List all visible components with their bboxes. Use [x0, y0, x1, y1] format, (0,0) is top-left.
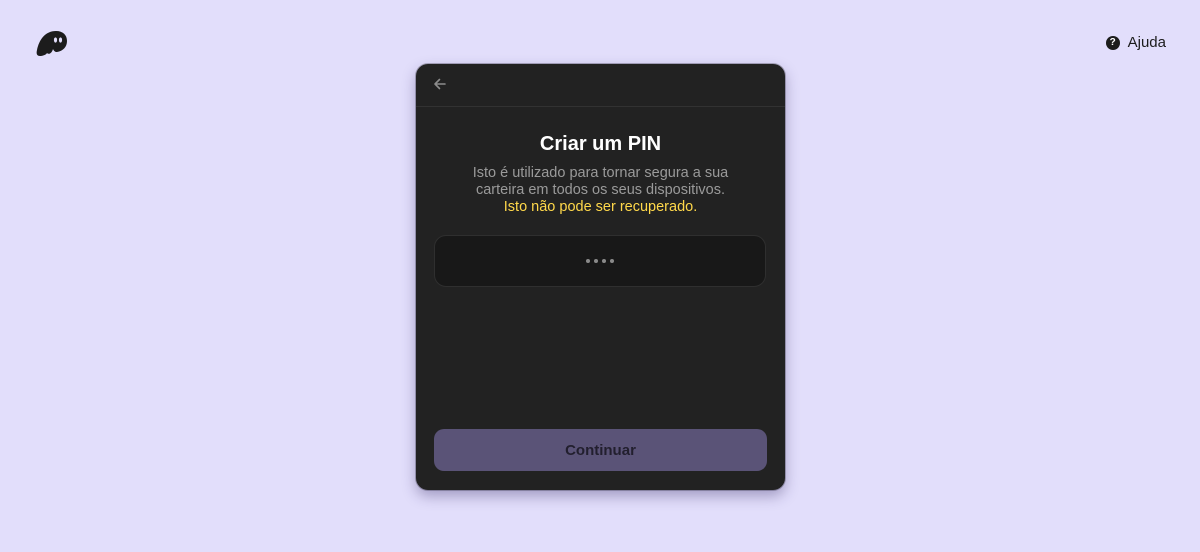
- pin-dot: [602, 259, 606, 263]
- continue-button[interactable]: Continuar: [434, 429, 767, 471]
- pin-dot: [586, 259, 590, 263]
- help-label: Ajuda: [1127, 34, 1166, 51]
- description-text: Isto é utilizado para tornar segura a su…: [472, 165, 729, 198]
- ghost-logo-icon: [36, 31, 67, 56]
- pin-dot: [610, 259, 614, 263]
- help-link[interactable]: ? Ajuda: [1105, 34, 1166, 51]
- arrow-left-icon[interactable]: [430, 74, 450, 94]
- question-circle-icon: ?: [1105, 35, 1120, 50]
- page-title: Criar um PIN: [539, 133, 662, 155]
- pin-input[interactable]: [434, 235, 766, 287]
- create-pin-card: Criar um PIN Isto é utilizado para torna…: [416, 64, 785, 490]
- card-header: [416, 64, 785, 107]
- pin-dot: [594, 259, 598, 263]
- warning-text: Isto não pode ser recuperado.: [503, 199, 698, 215]
